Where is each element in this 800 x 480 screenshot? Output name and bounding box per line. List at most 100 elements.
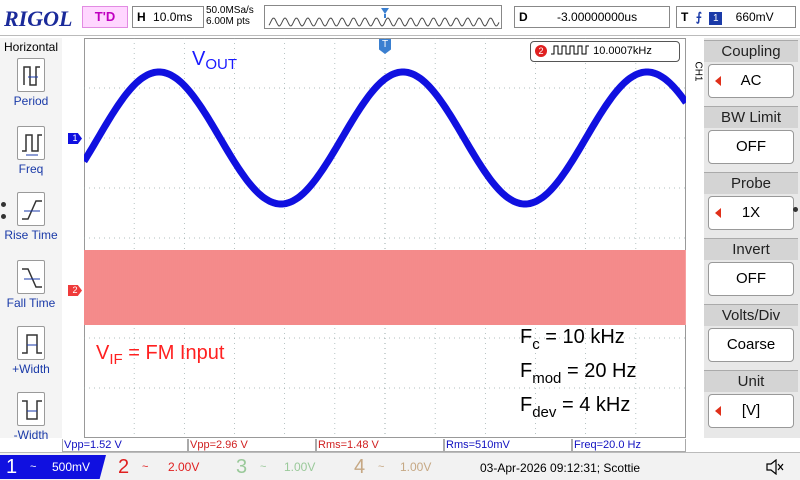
ch2-offset-marker[interactable]: 2 [68, 285, 82, 296]
measure-rise-time-button[interactable]: Rise Time [0, 192, 62, 242]
menu-volts-div[interactable]: Volts/Div Coarse [704, 304, 798, 368]
ch3-coupling: ~ [260, 461, 267, 473]
menu-probe[interactable]: Probe 1X [704, 172, 798, 236]
measure-negative-width-button[interactable]: -Width [0, 392, 62, 442]
ch2-coupling: ~ [142, 461, 149, 473]
trigger-display[interactable]: T ⨍ 1 660mV [676, 6, 796, 28]
measure-fall-time-button[interactable]: Fall Time [0, 260, 62, 310]
vif-description: = FM Input [122, 342, 225, 364]
ch2-number: 2 [118, 456, 130, 478]
fmod-subscript: mod [532, 370, 562, 387]
menu-invert-value-button[interactable]: OFF [708, 262, 794, 296]
measurement-item[interactable]: Rms=510mV [444, 439, 572, 452]
measure-period-label: Period [13, 94, 49, 108]
counter-value: 10.0007kHz [593, 45, 652, 57]
fmod-letter: F [520, 360, 533, 382]
left-arrow-icon [715, 406, 721, 416]
ch2-trace [84, 250, 686, 325]
left-arrow-icon [715, 76, 721, 86]
menu-unit-title: Unit [704, 370, 798, 392]
ch1-offset-marker[interactable]: 1 [68, 133, 82, 144]
left-arrow-icon [715, 208, 721, 218]
ch2-scale: 2.00V [168, 460, 200, 474]
menu-unit[interactable]: Unit [V] [704, 370, 798, 434]
menu-bw-limit-value: OFF [736, 138, 766, 155]
trigger-source-badge: 1 [709, 12, 723, 25]
negative-width-icon [17, 392, 45, 426]
brand-logo: RIGOL [4, 6, 73, 31]
memory-waveform-icon [268, 8, 500, 27]
left-panel-title: Horizontal [3, 40, 59, 54]
ch3-number: 3 [236, 456, 248, 478]
fc-subscript: c [532, 336, 540, 353]
timebase-display[interactable]: H 10.0ms [132, 6, 204, 28]
timebase-label: H [137, 10, 146, 24]
menu-bw-limit-title: BW Limit [704, 106, 798, 128]
vout-letter: V [192, 48, 206, 70]
freq-icon [17, 126, 45, 160]
ch4-scale: 1.00V [400, 460, 432, 474]
measure-fall-time-label: Fall Time [6, 296, 56, 310]
page-dot-icon [1, 202, 6, 207]
menu-bw-limit[interactable]: BW Limit OFF [704, 106, 798, 170]
ch3-status-button[interactable]: 3 ~ 1.00V [230, 455, 340, 479]
pulse-train-icon [550, 45, 593, 57]
menu-probe-title: Probe [704, 172, 798, 194]
acquisition-info: 50.0MSa/s 6.00M pts [206, 5, 254, 27]
ch4-number: 4 [354, 456, 366, 478]
page-dot-icon [793, 207, 798, 212]
menu-invert-title: Invert [704, 238, 798, 260]
measure-negative-width-label: -Width [13, 428, 49, 442]
vout-annotation: VOUT [192, 48, 237, 73]
rising-edge-icon: ⨍ [695, 10, 702, 24]
measure-positive-width-button[interactable]: +Width [0, 326, 62, 376]
menu-probe-value-button[interactable]: 1X [708, 196, 794, 230]
channel-tag: CH1 [692, 61, 704, 82]
measurement-item[interactable]: Vpp=1.52 V [62, 439, 188, 452]
ch2-status-button[interactable]: 2 ~ 2.00V [112, 455, 222, 479]
timebase-value: 10.0ms [153, 10, 193, 24]
fmod-annotation: Fmod = 20 Hz [520, 360, 636, 387]
delay-label: D [519, 10, 528, 24]
measurement-item[interactable]: Freq=20.0 Hz [572, 439, 686, 452]
menu-bw-limit-value-button[interactable]: OFF [708, 130, 794, 164]
vif-subscript: IF [109, 351, 123, 368]
menu-volts-div-value-button[interactable]: Coarse [708, 328, 794, 362]
delay-display[interactable]: D -3.00000000us [514, 6, 670, 28]
sample-rate: 50.0MSa/s [206, 5, 254, 16]
ch3-scale: 1.00V [284, 460, 316, 474]
fdev-annotation: Fdev = 4 kHz [520, 394, 630, 421]
memory-overview-bar[interactable] [264, 5, 502, 29]
menu-volts-div-title: Volts/Div [704, 304, 798, 326]
oscilloscope-screen: RIGOL T'D H 10.0ms 50.0MSa/s 6.00M pts D… [0, 0, 800, 480]
trigger-status-badge: T'D [82, 6, 128, 28]
menu-probe-value: 1X [741, 204, 761, 221]
measurement-item[interactable]: Vpp=2.96 V [188, 439, 316, 452]
trigger-level: 660mV [735, 10, 774, 24]
page-dot-icon [1, 214, 6, 219]
menu-coupling-value-button[interactable]: AC [708, 64, 794, 98]
vout-subscript: OUT [205, 56, 238, 73]
period-icon [17, 58, 45, 92]
measure-freq-button[interactable]: Freq [0, 126, 62, 176]
menu-invert[interactable]: Invert OFF [704, 238, 798, 302]
menu-volts-div-value: Coarse [726, 336, 776, 353]
measure-period-button[interactable]: Period [0, 58, 62, 108]
measurement-item[interactable]: Rms=1.48 V [316, 439, 444, 452]
menu-unit-value-button[interactable]: [V] [708, 394, 794, 428]
menu-coupling-value: AC [740, 72, 762, 89]
trigger-label: T [681, 10, 689, 24]
speaker-muted-icon[interactable] [766, 458, 784, 480]
ch1-coupling: ~ [30, 461, 37, 473]
ch4-status-button[interactable]: 4 ~ 1.00V [348, 455, 458, 479]
datetime-owner: 03-Apr-2026 09:12:31; Scottie [480, 461, 641, 475]
vif-annotation: VIF = FM Input [96, 342, 224, 368]
fc-letter: F [520, 326, 533, 348]
fdev-letter: F [520, 394, 533, 416]
ch1-status-button[interactable]: 1 ~ 500mV [0, 455, 106, 479]
menu-coupling[interactable]: Coupling AC [704, 40, 798, 104]
fc-annotation: Fc = 10 kHz [520, 326, 625, 353]
channel-status-bar: 1 ~ 500mV 2 ~ 2.00V 3 ~ 1.00V 4 ~ 1.00V … [0, 452, 800, 480]
rise-time-icon [17, 192, 45, 226]
measurement-results: Vpp=1.52 V Vpp=2.96 V Rms=1.48 V Rms=510… [62, 439, 686, 452]
